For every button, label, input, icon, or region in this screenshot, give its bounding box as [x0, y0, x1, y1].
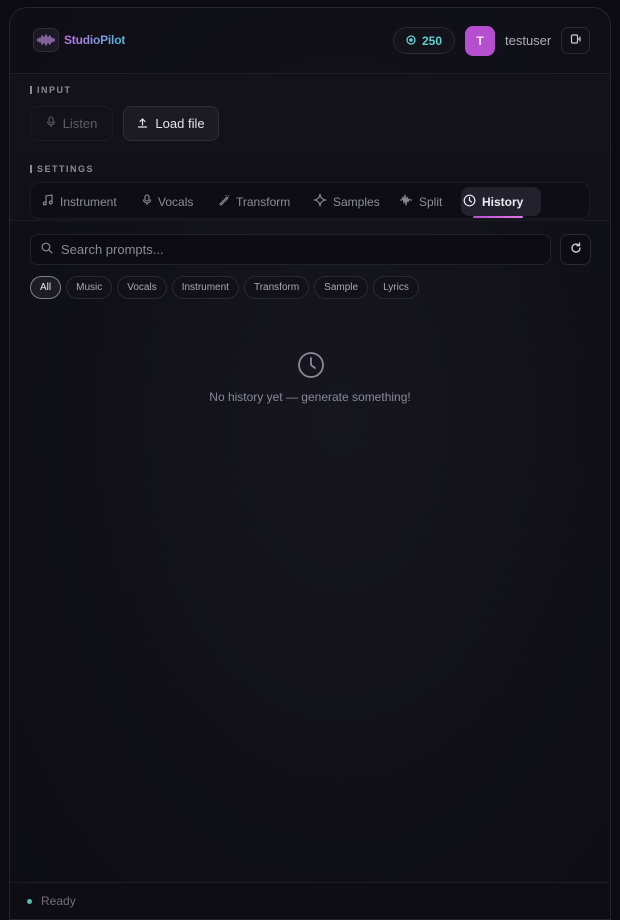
refresh-button[interactable] — [560, 234, 591, 265]
search-field[interactable] — [30, 234, 551, 265]
sparkle-icon — [313, 193, 327, 210]
waveform-logo-icon — [33, 28, 59, 52]
listen-label: Listen — [62, 116, 98, 131]
app-window: StudioPilot 250 T testuser INPUT Listen … — [9, 7, 611, 920]
wand-icon — [218, 194, 230, 209]
tab-split[interactable]: Split — [399, 187, 442, 216]
status-bar: Ready — [10, 882, 610, 919]
filter-chip-transform[interactable]: Transform — [243, 276, 310, 299]
tab-instrument[interactable]: Instrument — [42, 187, 117, 216]
tab-samples[interactable]: Samples — [313, 187, 380, 216]
tab-label: Transform — [236, 194, 291, 209]
tab-history[interactable]: History — [461, 187, 542, 218]
settings-label-text: SETTINGS — [37, 164, 95, 174]
upload-icon — [137, 116, 148, 131]
clock-icon — [463, 194, 476, 210]
tab-vocals[interactable]: Vocals — [142, 187, 193, 216]
load-file-button[interactable]: Load file — [123, 106, 219, 141]
listen-button[interactable]: Listen — [30, 106, 113, 141]
music-note-icon — [42, 194, 54, 209]
status-text: Ready — [41, 894, 76, 908]
empty-history-clock-icon — [297, 351, 325, 384]
microphone-icon — [46, 116, 56, 131]
avatar[interactable]: T — [465, 26, 495, 56]
filter-chip-all[interactable]: All — [30, 276, 62, 299]
filter-chip-music[interactable]: Music — [66, 276, 113, 299]
filter-chip-lyrics[interactable]: Lyrics — [373, 276, 419, 299]
search-input[interactable] — [61, 242, 541, 257]
input-label-text: INPUT — [37, 85, 72, 95]
filter-chip-vocals[interactable]: Vocals — [117, 276, 167, 299]
search-icon — [41, 241, 53, 259]
empty-history-message: No history yet — generate something! — [209, 390, 411, 404]
refresh-icon — [570, 241, 582, 259]
filter-chip-sample[interactable]: Sample — [314, 276, 369, 299]
load-file-label: Load file — [155, 116, 205, 131]
status-indicator-icon — [27, 898, 32, 904]
tab-label: Samples — [333, 194, 380, 209]
tab-transform[interactable]: Transform — [218, 187, 290, 216]
credits-badge[interactable]: 250 — [393, 27, 455, 54]
filter-chips: All Music Vocals Instrument Transform Sa… — [30, 276, 419, 299]
tab-label: Split — [419, 194, 443, 209]
tab-label: Vocals — [158, 194, 194, 209]
brand-name: StudioPilot — [64, 33, 126, 47]
microphone-icon — [142, 194, 152, 209]
username[interactable]: testuser — [505, 33, 551, 48]
credits-count: 250 — [421, 33, 443, 48]
filter-chip-instrument[interactable]: Instrument — [171, 276, 239, 299]
logout-icon — [570, 32, 582, 50]
settings-tabs: Instrument Vocals Transform Samples Spli… — [30, 182, 590, 219]
active-tab-indicator — [473, 216, 524, 218]
logout-button[interactable] — [561, 27, 590, 54]
input-section-label: INPUT — [30, 85, 72, 95]
waveform-icon — [399, 194, 413, 209]
tab-label: Instrument — [60, 194, 117, 209]
coin-icon — [406, 34, 416, 48]
header: StudioPilot 250 T testuser — [10, 8, 610, 74]
settings-section-label: SETTINGS — [30, 164, 94, 174]
tab-label: History — [482, 194, 524, 209]
brand-logo[interactable]: StudioPilot — [33, 28, 125, 52]
